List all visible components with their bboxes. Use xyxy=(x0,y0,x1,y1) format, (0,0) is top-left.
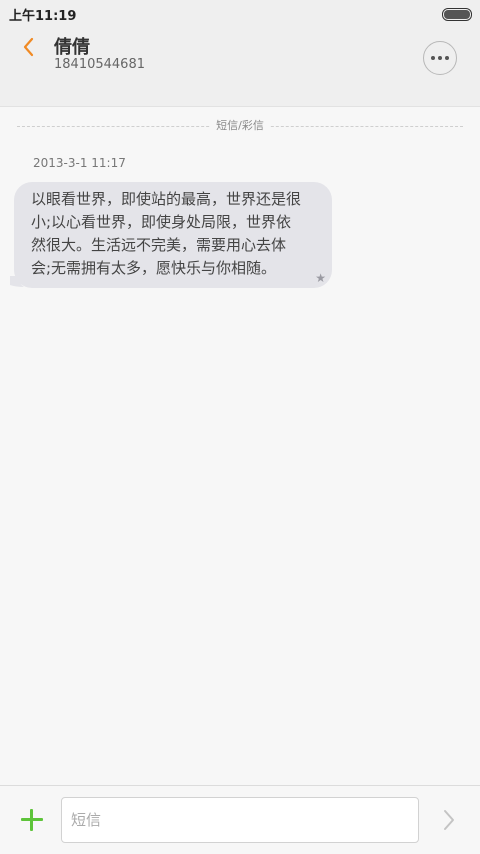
chevron-left-icon xyxy=(23,37,34,57)
back-button[interactable] xyxy=(14,30,46,62)
message-text: 以眼看世界，即使站的最高，世界还是很小;以心看世界，即使身处局限，世界依然很大。… xyxy=(31,190,302,277)
more-dots-icon xyxy=(438,56,442,60)
contact-name: 倩倩 xyxy=(54,37,90,58)
message-timestamp: 2013-3-1 11:17 xyxy=(33,156,126,170)
status-bar: 上午11:19 xyxy=(0,0,480,26)
conversation-header: 倩倩 18410544681 xyxy=(0,26,480,107)
attach-button[interactable] xyxy=(18,806,46,834)
message-list[interactable]: 短信/彩信 2013-3-1 11:17 以眼看世界，即使站的最高，世界还是很小… xyxy=(0,107,480,785)
send-button[interactable] xyxy=(437,806,461,834)
bubble-tail xyxy=(10,276,24,287)
more-options-button[interactable] xyxy=(423,41,457,75)
plus-icon-bar xyxy=(30,809,33,831)
more-dots-icon xyxy=(445,56,449,60)
channel-divider: 短信/彩信 xyxy=(17,119,463,133)
channel-label: 短信/彩信 xyxy=(210,119,270,133)
incoming-message-bubble[interactable]: 以眼看世界，即使站的最高，世界还是很小;以心看世界，即使身处局限，世界依然很大。… xyxy=(14,182,332,288)
battery-level xyxy=(444,10,470,19)
compose-bar xyxy=(0,785,480,854)
more-dots-icon xyxy=(431,56,435,60)
chevron-right-icon xyxy=(444,810,454,830)
contact-number: 18410544681 xyxy=(54,57,145,72)
status-time: 上午11:19 xyxy=(9,9,77,24)
star-icon: ★ xyxy=(315,271,326,285)
battery-icon xyxy=(442,8,472,21)
message-input[interactable] xyxy=(61,797,419,843)
